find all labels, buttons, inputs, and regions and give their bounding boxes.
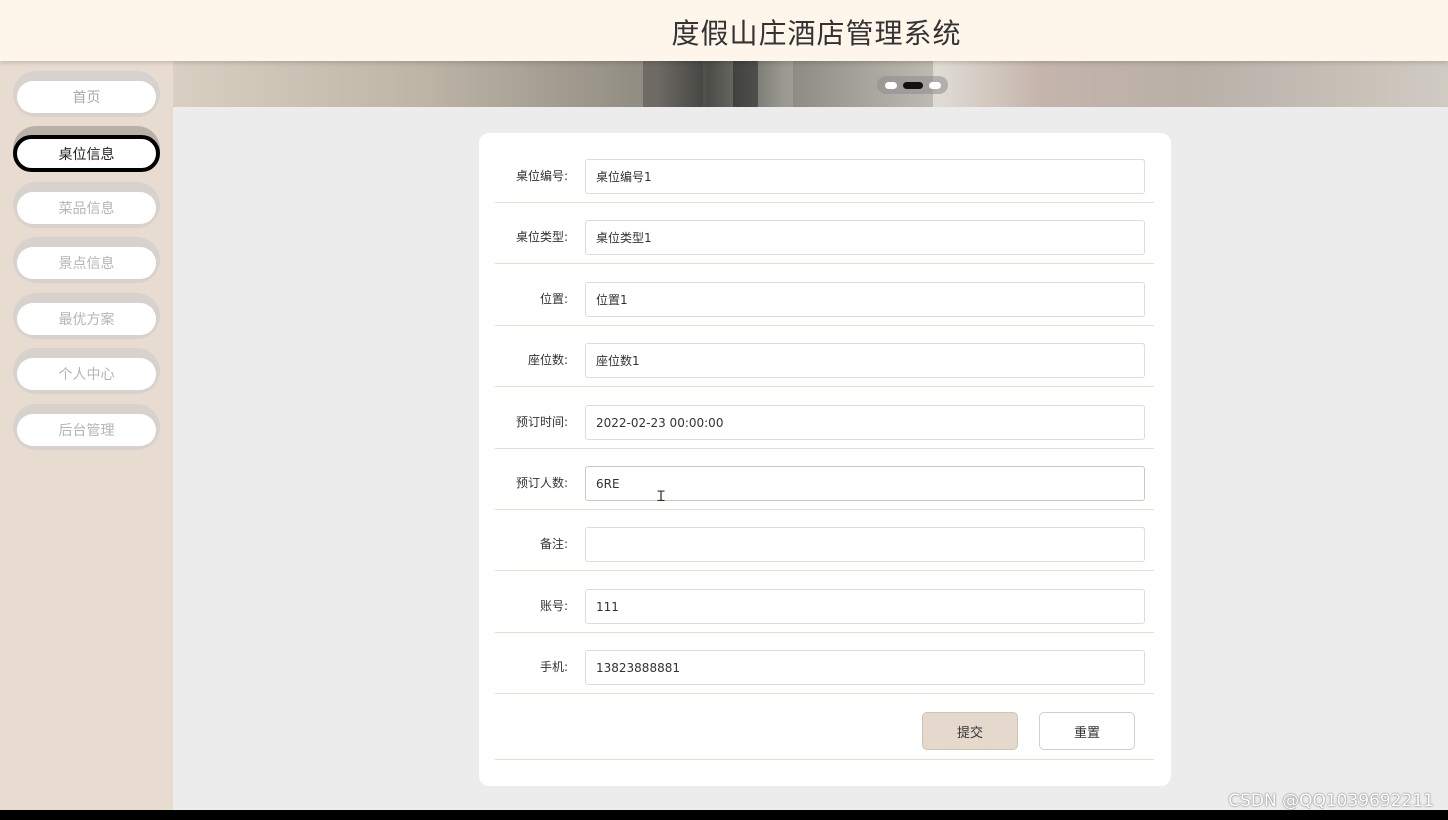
sidebar-nav: 首页 桌位信息 菜品信息 景点信息 最优方案 个人中心 后台管理 xyxy=(0,61,173,811)
form-row-location: 位置: xyxy=(495,272,1154,326)
sidebar-item-label: 首页 xyxy=(17,81,156,113)
location-input[interactable] xyxy=(585,282,1145,317)
form-actions: 提交 重置 xyxy=(495,704,1154,760)
sidebar-item-best-plan[interactable]: 最优方案 xyxy=(13,293,160,339)
phone-input[interactable] xyxy=(585,650,1145,685)
form-row-booking-time: 预订时间: xyxy=(495,395,1154,449)
sidebar-item-dish-info[interactable]: 菜品信息 xyxy=(13,182,160,228)
party-size-input[interactable] xyxy=(585,466,1145,501)
field-label: 账号: xyxy=(539,599,568,613)
field-label: 预订人数: xyxy=(515,476,568,490)
form-row-phone: 手机: xyxy=(495,640,1154,694)
sidebar-item-label: 个人中心 xyxy=(17,358,156,390)
bottom-bar xyxy=(0,810,1448,820)
field-label: 桌位类型: xyxy=(515,230,568,244)
sidebar-item-scenic-info[interactable]: 景点信息 xyxy=(13,237,160,283)
banner-carousel-image xyxy=(173,61,1448,107)
booking-time-input[interactable] xyxy=(585,405,1145,440)
field-label: 位置: xyxy=(539,292,568,306)
form-row-table-number: 桌位编号: xyxy=(495,149,1154,203)
seat-count-input[interactable] xyxy=(585,343,1145,378)
remarks-input[interactable] xyxy=(585,527,1145,562)
sidebar-item-label: 最优方案 xyxy=(17,303,156,335)
submit-button[interactable]: 提交 xyxy=(922,712,1018,750)
carousel-dot-active[interactable] xyxy=(902,81,923,89)
app-title: 度假山庄酒店管理系统 xyxy=(671,17,962,50)
field-label: 座位数: xyxy=(527,353,568,367)
sidebar-item-personal-center[interactable]: 个人中心 xyxy=(13,348,160,394)
account-input[interactable] xyxy=(585,589,1145,624)
app-header: 度假山庄酒店管理系统 xyxy=(0,0,1448,61)
field-label: 手机: xyxy=(539,660,568,674)
sidebar-item-label: 景点信息 xyxy=(17,247,156,279)
reset-button[interactable]: 重置 xyxy=(1039,712,1135,750)
form-row-remarks: 备注: xyxy=(495,517,1154,571)
sidebar-item-table-info[interactable]: 桌位信息 xyxy=(13,126,160,172)
sidebar-item-home[interactable]: 首页 xyxy=(13,71,160,117)
form-row-seat-count: 座位数: xyxy=(495,333,1154,387)
table-type-input[interactable] xyxy=(585,220,1145,255)
sidebar-item-label: 菜品信息 xyxy=(17,192,156,224)
form-row-account: 账号: xyxy=(495,579,1154,633)
carousel-dot[interactable] xyxy=(884,81,897,89)
field-label: 桌位编号: xyxy=(515,169,568,183)
carousel-dot[interactable] xyxy=(928,81,941,89)
text-cursor-icon: Ｉ xyxy=(654,489,668,505)
sidebar-item-label: 桌位信息 xyxy=(13,135,160,172)
carousel-indicator xyxy=(877,76,948,94)
field-label: 备注: xyxy=(539,537,568,551)
field-label: 预订时间: xyxy=(515,415,568,429)
watermark-text: CSDN @QQ1039692211 xyxy=(1228,791,1434,811)
sidebar-item-label: 后台管理 xyxy=(17,414,156,446)
table-number-input[interactable] xyxy=(585,159,1145,194)
form-row-party-size: 预订人数: xyxy=(495,456,1154,510)
sidebar-item-admin[interactable]: 后台管理 xyxy=(13,404,160,450)
table-info-form-panel: 桌位编号: 桌位类型: 位置: 座位数: 预订时间: 预订人数: 备注: 账号:… xyxy=(479,133,1171,786)
form-row-table-type: 桌位类型: xyxy=(495,210,1154,264)
